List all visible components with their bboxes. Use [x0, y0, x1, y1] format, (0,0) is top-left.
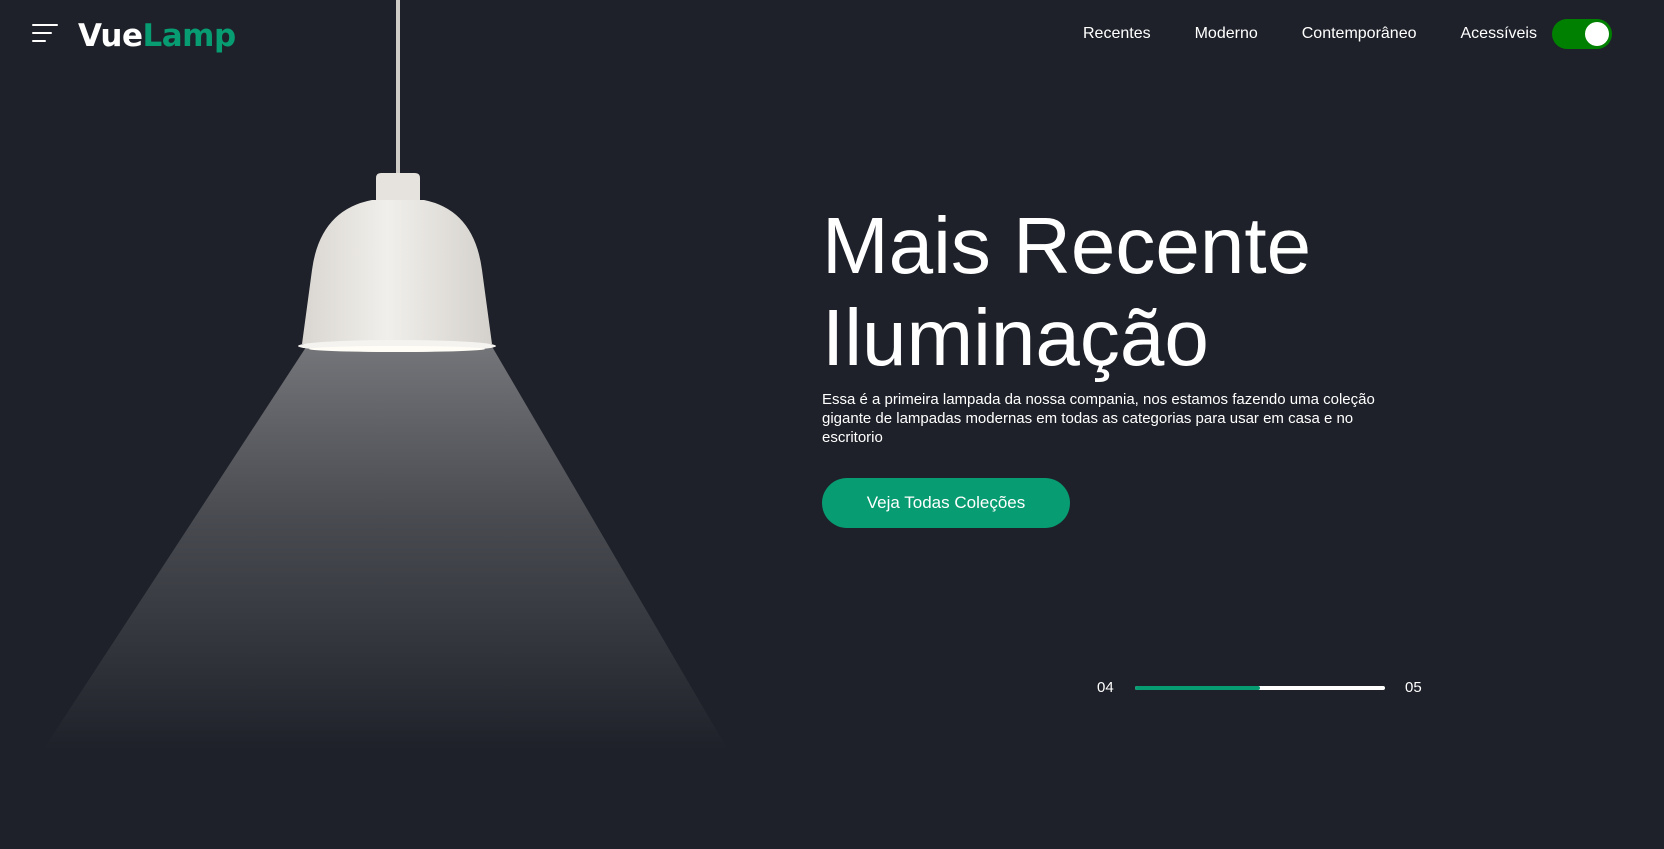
lamp-cap: [376, 173, 420, 202]
pendant-lamp-illustration: [43, 0, 728, 750]
toggle-knob: [1585, 22, 1609, 46]
hero-description: Essa é a primeira lampada da nossa compa…: [822, 391, 1375, 446]
slide-current-number: 04: [1097, 679, 1114, 696]
hero-title-line-1: Mais Recente: [822, 201, 1312, 290]
lamp-shade: [302, 200, 492, 344]
nav-item-acessiveis[interactable]: Acessíveis: [1461, 22, 1537, 46]
nav-item-recentes[interactable]: Recentes: [1083, 22, 1151, 46]
lamp-bulb-glow: [309, 346, 485, 352]
logo[interactable]: VueLamp: [78, 14, 236, 58]
page: VueLamp Recentes Moderno Contemporâneo A…: [0, 0, 1664, 849]
menu-icon[interactable]: [32, 24, 58, 44]
light-beam: [43, 338, 728, 750]
logo-part-lamp: Lamp: [142, 18, 236, 54]
main-nav: Recentes Moderno Contemporâneo Acessívei…: [1083, 22, 1537, 46]
hero-title: Mais Recente Iluminação: [822, 200, 1422, 384]
nav-item-contemporaneo[interactable]: Contemporâneo: [1302, 22, 1417, 46]
theme-toggle[interactable]: [1552, 19, 1612, 49]
hero-section: Mais Recente Iluminação Essa é a primeir…: [822, 200, 1422, 528]
slide-progress-fill: [1135, 686, 1260, 690]
header: VueLamp Recentes Moderno Contemporâneo A…: [0, 0, 1664, 70]
logo-part-vue: Vue: [78, 18, 143, 54]
view-all-collections-button[interactable]: Veja Todas Coleções: [822, 478, 1070, 528]
slide-progress: 04 05: [1097, 678, 1427, 700]
slide-total-number: 05: [1405, 679, 1422, 696]
hero-title-line-2: Iluminação: [822, 293, 1209, 382]
nav-item-moderno[interactable]: Moderno: [1195, 22, 1258, 46]
slide-progress-track[interactable]: [1135, 686, 1385, 690]
